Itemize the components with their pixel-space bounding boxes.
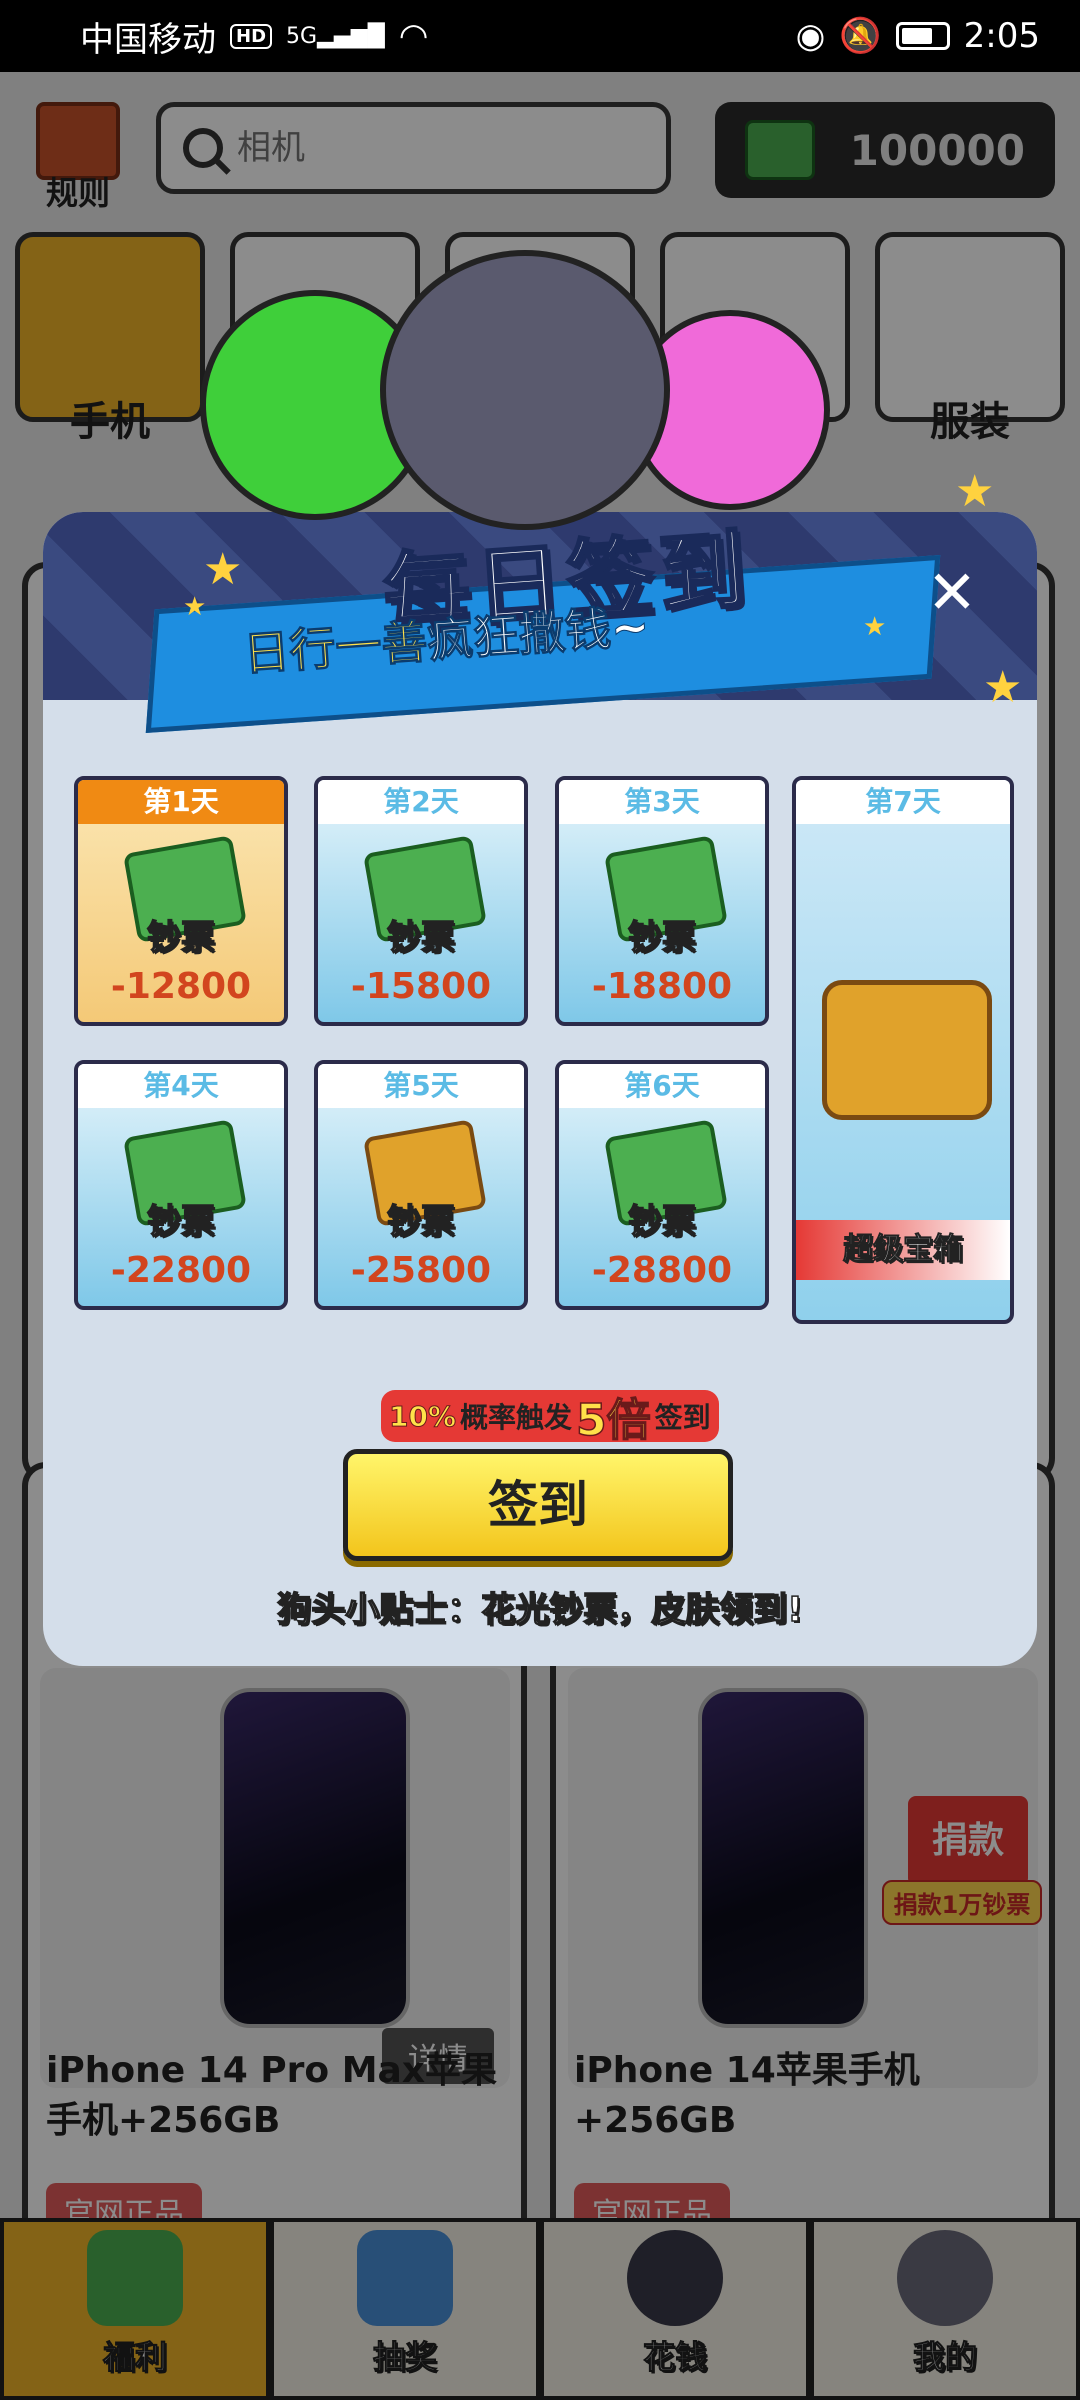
day-card-1[interactable]: 第1天 钞票 -12800 xyxy=(74,776,288,1026)
day-card-5[interactable]: 第5天 钞票 -25800 xyxy=(314,1060,528,1310)
modal-header: 每日签到 日行一善疯狂撒钱~ ✕ ★ ★ ★ ★ ★ xyxy=(43,466,1037,734)
hd-icon: HD xyxy=(230,23,273,49)
carrier-label: 中国移动 xyxy=(80,19,216,60)
tip-text: 狗头小贴士：花光钞票，皮肤领到! xyxy=(276,1589,803,1631)
status-bar: 中国移动 HD 5G▂▄▆█ ◠ ◉ 🔕 2:05 xyxy=(0,0,1080,72)
close-icon[interactable]: ✕ xyxy=(917,558,987,628)
eye-icon: ◉ xyxy=(795,16,826,56)
day-card-7[interactable]: 第7天 超级宝箱 xyxy=(792,776,1014,1324)
day-card-2[interactable]: 第2天 钞票 -15800 xyxy=(314,776,528,1026)
mascot-group xyxy=(150,230,850,530)
star-icon: ★ xyxy=(955,466,995,517)
star-icon: ★ xyxy=(863,612,887,642)
clock: 2:05 xyxy=(963,16,1040,56)
day-card-4[interactable]: 第4天 钞票 -22800 xyxy=(74,1060,288,1310)
star-icon: ★ xyxy=(183,592,207,622)
star-icon: ★ xyxy=(203,544,243,595)
signal-icon: 5G▂▄▆█ xyxy=(286,23,385,49)
day-card-6[interactable]: 第6天 钞票 -28800 xyxy=(555,1060,769,1310)
signin-button[interactable]: 签到 xyxy=(343,1449,733,1561)
husky-mascot-icon xyxy=(380,250,670,530)
mute-icon: 🔕 xyxy=(839,16,882,56)
battery-icon xyxy=(895,22,950,50)
star-icon: ★ xyxy=(983,662,1023,713)
treasure-chest-icon xyxy=(822,980,992,1120)
boost-banner: 10% 概率触发 5倍 签到 xyxy=(381,1390,719,1447)
day-card-3[interactable]: 第3天 钞票 -18800 xyxy=(555,776,769,1026)
super-chest-label: 超级宝箱 xyxy=(796,1220,1010,1280)
wifi-icon: ◠ xyxy=(398,16,429,56)
daily-signin-modal: 每日签到 日行一善疯狂撒钱~ ✕ ★ ★ ★ ★ ★ 第1天 钞票 -12800… xyxy=(43,466,1037,1666)
